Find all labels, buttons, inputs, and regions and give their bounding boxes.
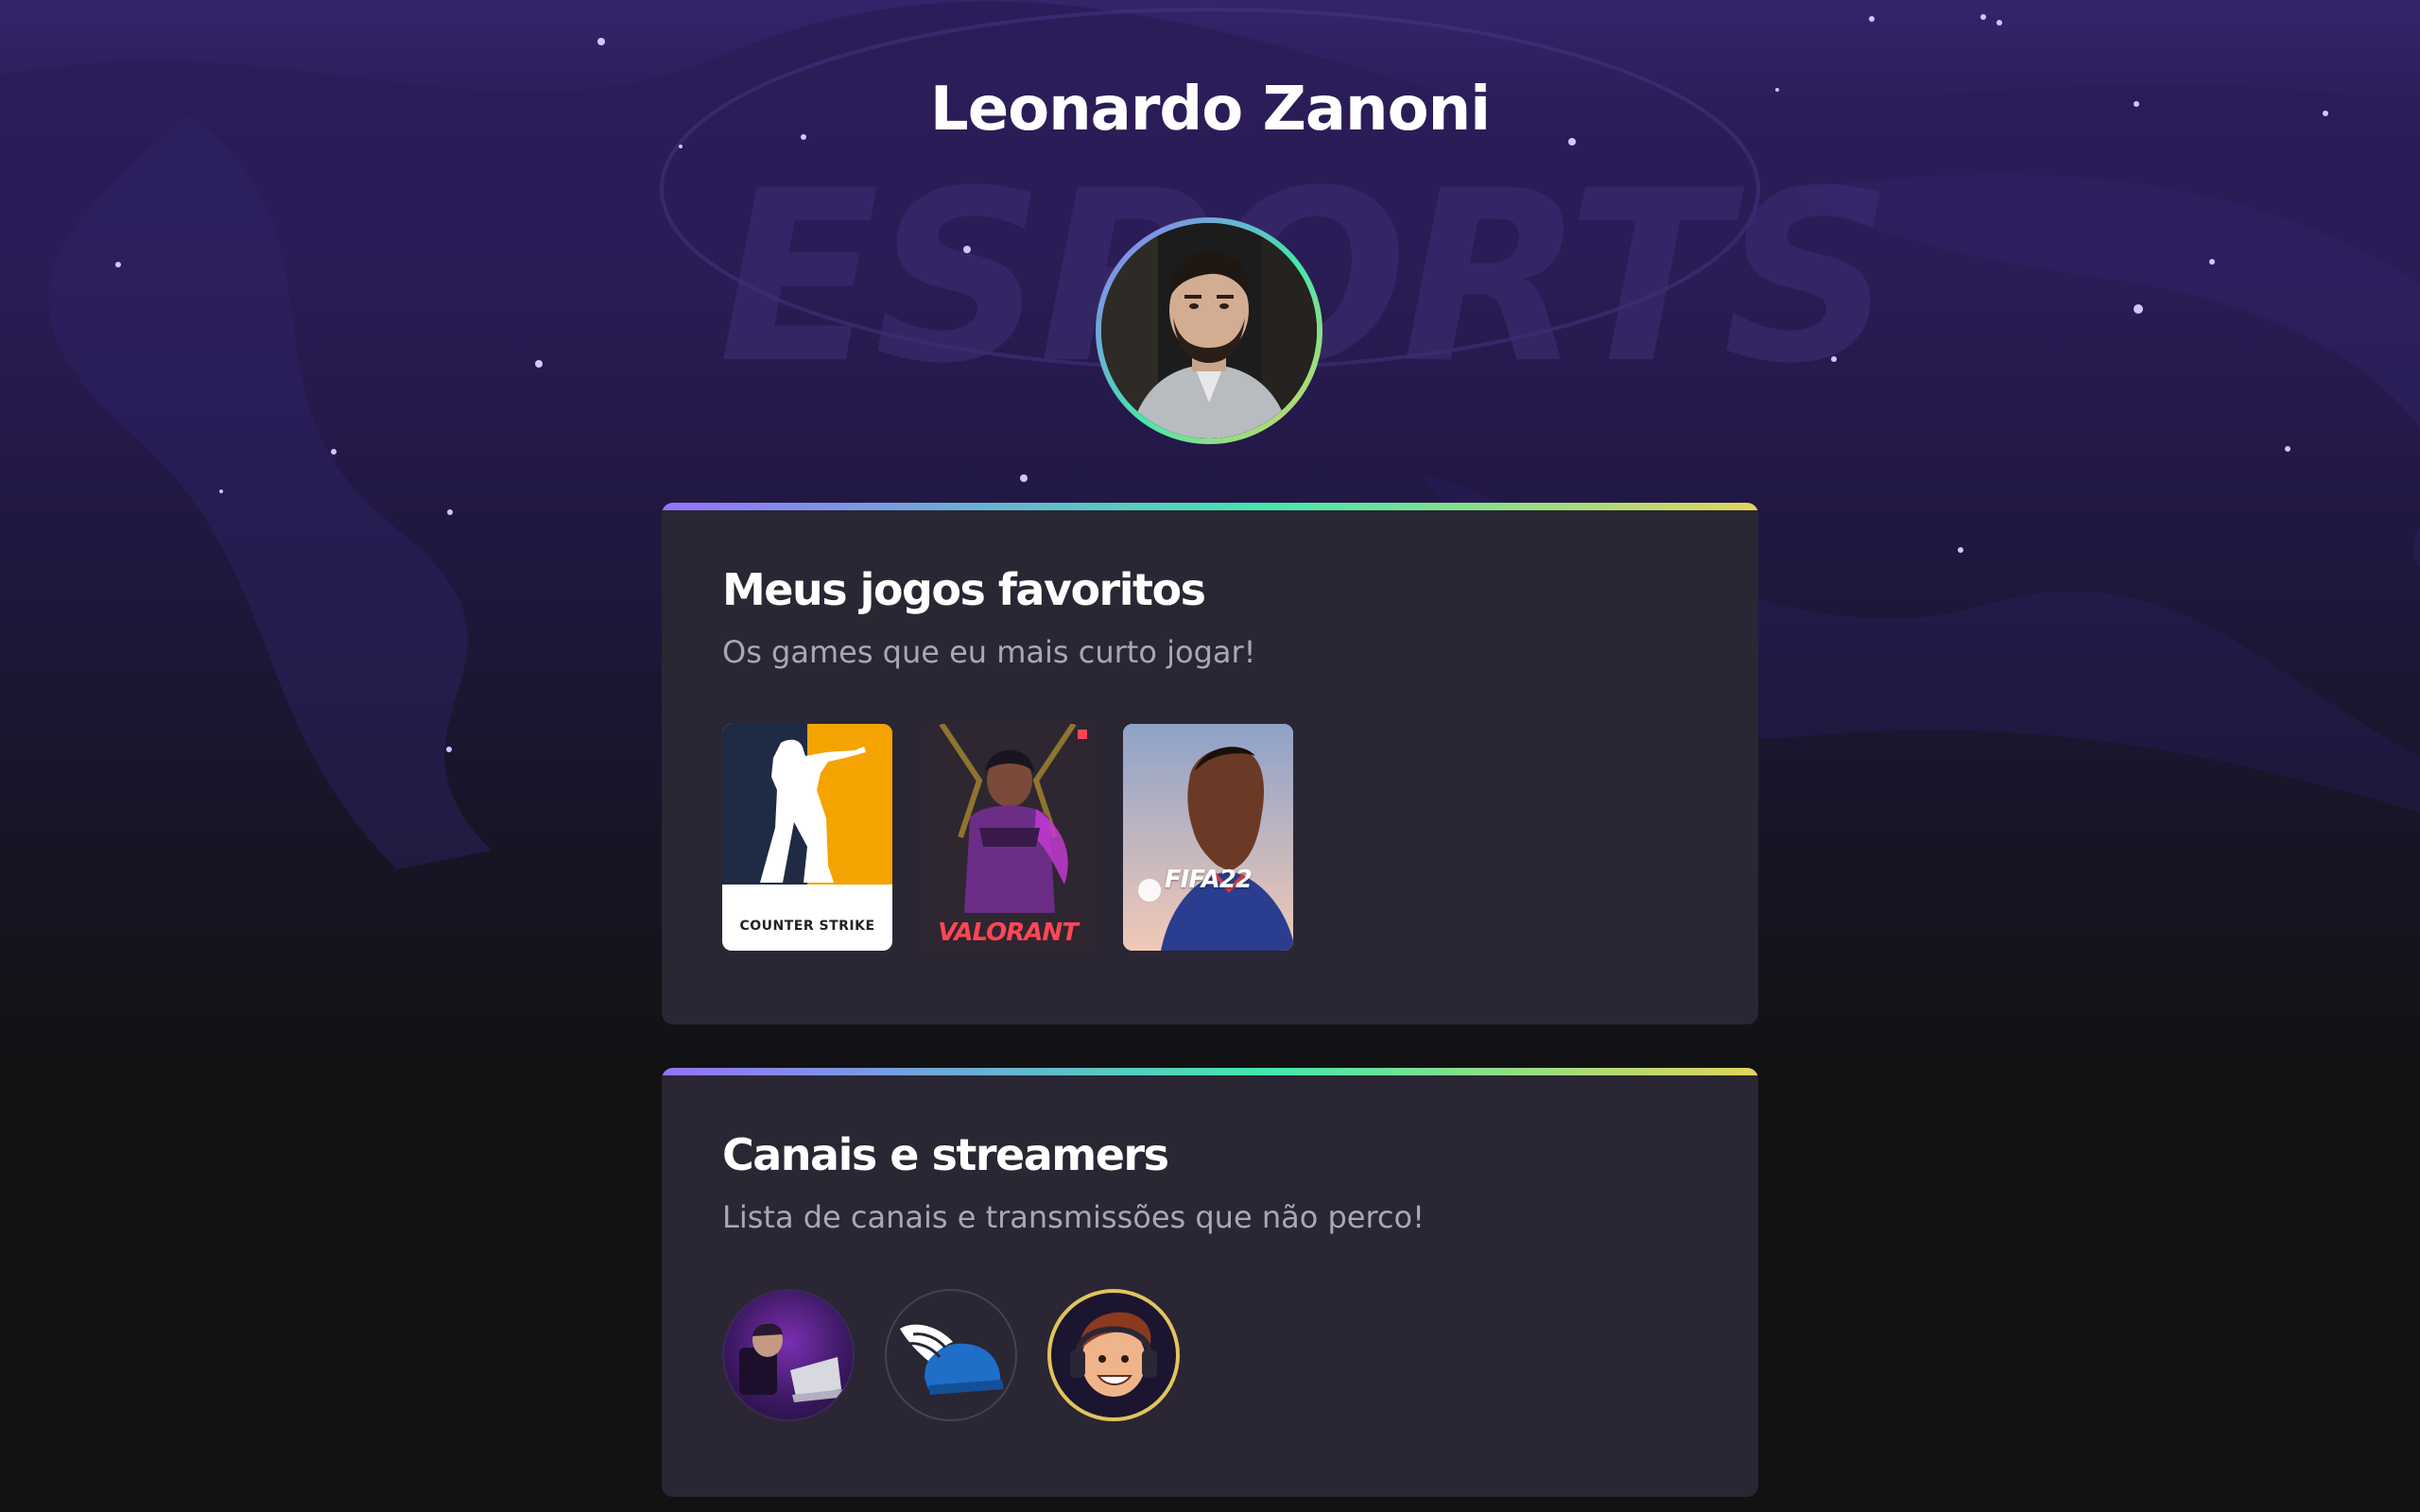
profile-name: Leonardo Zanoni [929, 75, 1491, 145]
games-list: COUNTER STRIKE VALORANT FIFA22 [722, 724, 1293, 951]
streamers-list [722, 1289, 1180, 1421]
fifa22-cover-icon [1123, 724, 1293, 951]
profile-photo [1101, 223, 1317, 438]
profile-avatar-ring [1096, 217, 1322, 444]
streamer-avatar-icon [739, 1323, 847, 1402]
streamer-avatar-3[interactable] [1047, 1289, 1180, 1421]
channels-streamers-title: Canais e streamers [722, 1129, 1169, 1180]
streamer-avatar-1[interactable] [722, 1289, 855, 1421]
channels-streamers-card: Canais e streamers Lista de canais e tra… [662, 1068, 1758, 1497]
counter-strike-cover-icon [722, 724, 892, 885]
favorite-games-title: Meus jogos favoritos [722, 564, 1206, 615]
profile-page: Leonardo Zanoni Meus jogos favoritos Os … [0, 0, 2420, 1512]
winged-helmet-logo-icon [900, 1324, 1004, 1395]
valorant-cover-icon [923, 724, 1093, 951]
game-cover-counter-strike[interactable]: COUNTER STRIKE [722, 724, 892, 951]
fifa22-label: FIFA22 [1164, 866, 1253, 894]
valorant-label: VALORANT [938, 919, 1079, 947]
cartoon-streamer-avatar-icon [1070, 1312, 1157, 1397]
counter-strike-label: COUNTER STRIKE [739, 919, 875, 934]
game-cover-valorant[interactable]: VALORANT [923, 724, 1093, 951]
channels-streamers-subtitle: Lista de canais e transmissões que não p… [722, 1199, 1425, 1235]
favorite-games-card: Meus jogos favoritos Os games que eu mai… [662, 503, 1758, 1024]
favorite-games-subtitle: Os games que eu mais curto jogar! [722, 634, 1256, 670]
game-cover-fifa22[interactable]: FIFA22 [1123, 724, 1293, 951]
profile-avatar [1101, 223, 1317, 438]
streamer-avatar-2[interactable] [885, 1289, 1017, 1421]
